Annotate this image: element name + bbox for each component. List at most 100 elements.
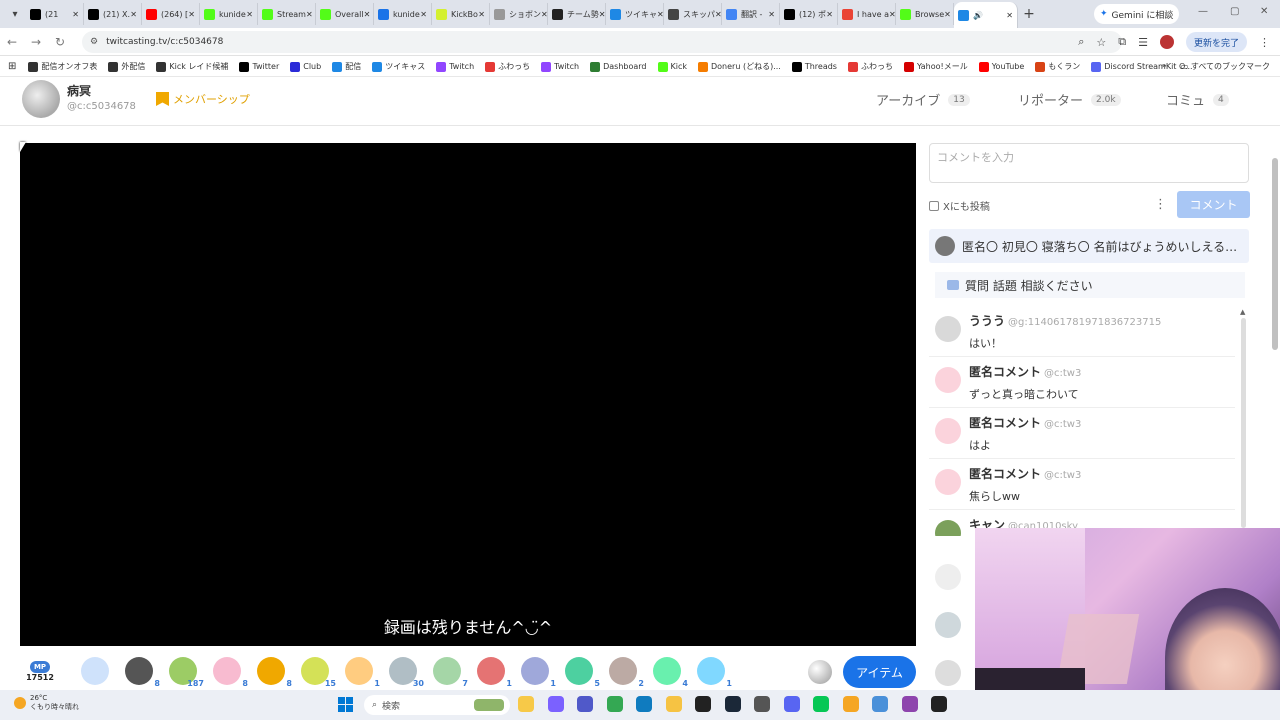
edge-icon[interactable] <box>636 696 652 712</box>
weather-widget[interactable]: 26°C くもり時々晴れ <box>14 694 79 712</box>
chrome-profile-avatar[interactable] <box>1159 35 1174 49</box>
nav-archive[interactable]: アーカイブ 13 <box>876 90 970 109</box>
browser-tab[interactable]: ツイキャ ✕ <box>606 3 664 25</box>
pinned-message[interactable]: 匿名〇 初見〇 寝落ち〇 名前はびょうめいしえる… <box>929 229 1249 263</box>
discord-icon[interactable] <box>783 696 800 712</box>
browser-tab[interactable]: kunide ✕ <box>200 3 258 25</box>
comment-options-icon[interactable]: ⋮ <box>1154 197 1167 212</box>
bookmark-item[interactable]: もくラン <box>1035 61 1080 72</box>
browser-tab[interactable]: (21) X. ✕ <box>84 3 142 25</box>
comment-author[interactable]: 匿名コメント @c:tw3 <box>969 414 1081 431</box>
browser-tab[interactable]: kunide ✕ <box>374 3 432 25</box>
app-icon[interactable] <box>754 696 770 712</box>
terminal-icon[interactable] <box>931 696 947 712</box>
gift-item[interactable]: 1 <box>474 654 512 688</box>
folder-icon[interactable] <box>665 696 682 712</box>
tab-close-icon[interactable]: ✕ <box>246 10 253 19</box>
new-tab-button[interactable]: + <box>1018 6 1040 22</box>
item-button[interactable]: アイテム <box>843 656 916 688</box>
video-player[interactable]: 録画は残りません^◡̈^ <box>20 143 916 646</box>
gift-item[interactable]: 7 <box>430 654 468 688</box>
comment-avatar[interactable] <box>935 418 961 444</box>
tab-close-icon[interactable]: ✕ <box>188 10 195 19</box>
tab-close-icon[interactable]: ✕ <box>599 10 605 19</box>
gift-item[interactable]: 1 <box>342 654 380 688</box>
channel-avatar[interactable] <box>22 80 60 118</box>
gift-item[interactable]: 30 <box>386 654 424 688</box>
bookmark-item[interactable]: ふわっち <box>485 61 530 72</box>
extensions-icon[interactable]: ⧉ <box>1118 35 1126 49</box>
bookmark-item[interactable]: 外配信 <box>108 61 145 72</box>
gift-item[interactable]: 1 <box>694 654 732 688</box>
back-icon[interactable]: ← <box>0 35 24 49</box>
bookmark-item[interactable]: 配信 <box>332 61 361 72</box>
bookmark-item[interactable]: ふわっち <box>847 61 893 72</box>
steam-icon[interactable] <box>724 696 741 712</box>
tab-close-icon[interactable]: ✕ <box>768 10 775 19</box>
site-settings-icon[interactable]: ⚙ <box>90 37 98 47</box>
topics-banner[interactable]: 質問 話題 相談ください <box>935 272 1245 298</box>
gift-item[interactable]: 5 <box>562 654 600 688</box>
bookmark-item[interactable]: Twitch <box>541 61 579 72</box>
tab-audio-icon[interactable]: 🔊 <box>973 11 983 20</box>
bookmark-item[interactable]: Twitch <box>436 61 474 72</box>
chrome-icon[interactable] <box>606 696 623 712</box>
reading-list-icon[interactable]: ☰ <box>1138 36 1148 49</box>
browser-tab[interactable]: チーム勢 ✕ <box>548 3 606 25</box>
notepad-icon[interactable] <box>872 696 888 712</box>
comment-author[interactable]: 匿名コメント @c:tw3 <box>969 465 1081 482</box>
gift-item[interactable] <box>78 654 112 688</box>
bookmark-item[interactable]: ツイキャス <box>372 61 425 72</box>
url-field[interactable]: ⚙ twitcasting.tv/c:c5034678 <box>82 31 1122 53</box>
bookmark-item[interactable]: Yahoo!メール <box>903 61 968 72</box>
tab-close-icon[interactable]: ✕ <box>364 10 371 19</box>
x-post-option[interactable]: Xにも投稿 <box>929 198 990 213</box>
comment-avatar[interactable] <box>935 520 961 536</box>
browser-tab[interactable]: (21 ✕ <box>26 3 84 25</box>
tab-close-icon[interactable]: ✕ <box>541 10 547 19</box>
gemini-button[interactable]: ✦ Gemini に相談 <box>1094 4 1180 24</box>
browser-tab[interactable]: (264) [✕ <box>142 3 200 25</box>
bookmark-item[interactable]: Kick レイド候補 <box>156 61 228 72</box>
teams-icon[interactable] <box>577 696 593 712</box>
gift-item[interactable]: 187 <box>166 654 204 688</box>
windows-start-icon[interactable] <box>338 697 354 713</box>
channel-name[interactable]: 病冥 <box>67 82 91 99</box>
bookmark-item[interactable]: Twitter <box>239 61 279 72</box>
bookmark-item[interactable]: 配信オンオフ表 <box>28 61 97 72</box>
tab-close-icon[interactable]: ✕ <box>130 10 137 19</box>
page-scrollbar[interactable] <box>1272 158 1278 350</box>
tab-close-icon[interactable]: ✕ <box>889 10 895 19</box>
browser-tab[interactable]: (12) ポ ✕ <box>780 3 838 25</box>
browser-tab[interactable]: スキッパ ✕ <box>664 3 722 25</box>
reload-icon[interactable]: ↻ <box>48 35 72 49</box>
gift-item[interactable]: 15 <box>298 654 336 688</box>
bookmark-item[interactable]: Dashboard <box>590 61 647 72</box>
comment-avatar[interactable] <box>935 469 961 495</box>
comment-scrollbar[interactable] <box>1241 318 1246 528</box>
comment-item[interactable]: 匿名コメント @c:tw3 はよ <box>929 408 1235 459</box>
update-button[interactable]: 更新を完了 <box>1185 32 1247 52</box>
minimize-icon[interactable]: — <box>1198 6 1208 17</box>
copilot-icon[interactable] <box>547 696 564 712</box>
comment-avatar[interactable] <box>935 367 961 393</box>
taskbar-search[interactable]: ⌕ 検索 <box>364 695 510 715</box>
tab-close-icon[interactable]: ✕ <box>72 10 79 19</box>
comment-item[interactable]: 匿名コメント @c:tw3 焦らしww <box>929 459 1235 510</box>
maximize-icon[interactable]: ▢ <box>1230 6 1239 17</box>
apps-grid-icon[interactable]: ⊞ <box>8 61 16 72</box>
obs-icon[interactable] <box>695 696 711 712</box>
tab-close-icon[interactable]: ✕ <box>478 10 485 19</box>
browser-tab-active[interactable]: 🔊 ✕ <box>954 2 1018 28</box>
browser-tab[interactable]: I have a ✕ <box>838 3 896 25</box>
gift-item[interactable]: 1 <box>518 654 556 688</box>
tab-close-icon[interactable]: ✕ <box>944 10 951 19</box>
app3-icon[interactable] <box>901 696 918 712</box>
bookmark-item[interactable]: Threads <box>791 61 837 72</box>
browser-tab[interactable]: 翻訳 - ✕ <box>722 3 780 25</box>
comment-author[interactable]: ううう @g:114061781971836723715 <box>969 312 1161 329</box>
comment-author[interactable]: 匿名コメント @c:tw3 <box>969 363 1081 380</box>
zoom-icon[interactable]: ⌕ <box>1078 35 1084 49</box>
gift-item[interactable]: 8 <box>210 654 248 688</box>
comment-item[interactable]: ううう @g:114061781971836723715 はい！ <box>929 306 1235 357</box>
